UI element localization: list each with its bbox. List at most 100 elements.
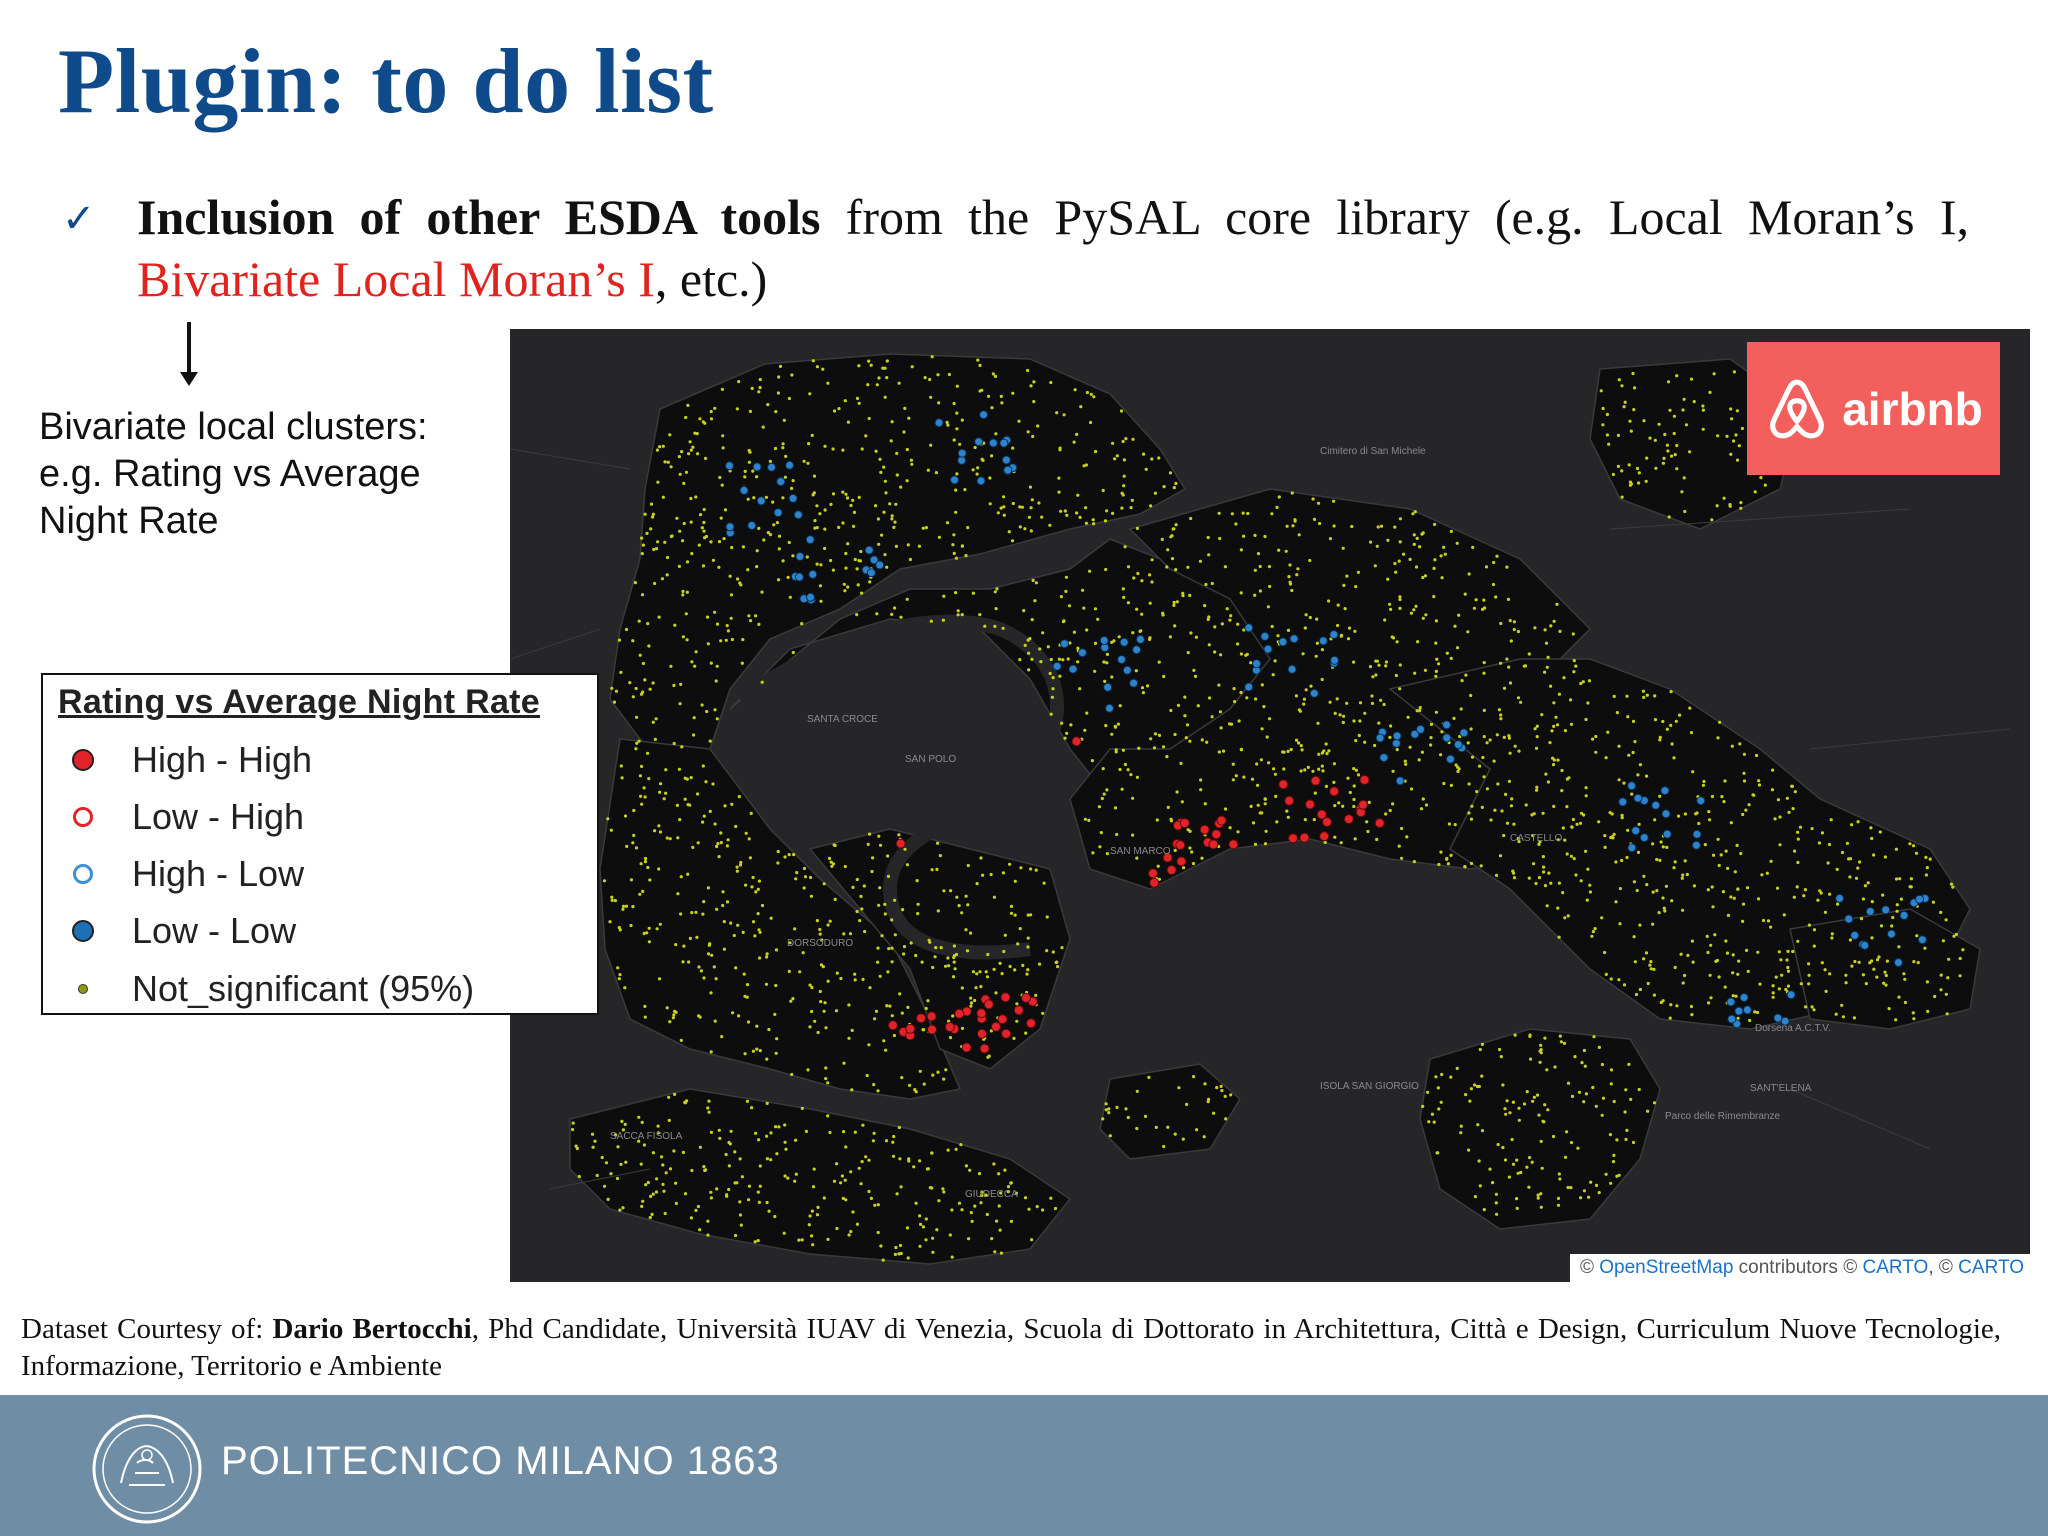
not-significant-point [1718,720,1722,724]
not-significant-point [914,953,918,958]
not-significant-point [908,557,912,562]
not-significant-point [1870,836,1874,841]
not-significant-point [1925,980,1929,984]
not-significant-point [750,885,754,889]
not-significant-point [1584,786,1588,790]
not-significant-point [1623,400,1627,404]
dataset-credit: Dataset Courtesy of: Dario Bertocchi, Ph… [21,1311,2001,1385]
not-significant-point [1534,881,1538,886]
not-significant-point [1177,1086,1181,1090]
not-significant-point [618,1208,622,1212]
carto-link-2[interactable]: CARTO [1958,1257,2024,1278]
not-significant-point [617,638,622,642]
not-significant-point [1543,628,1547,632]
not-significant-point [1488,1167,1492,1171]
not-significant-point [756,912,760,916]
not-significant-point [905,597,909,601]
not-significant-point [816,1030,820,1035]
not-significant-point [882,465,886,469]
not-significant-point [727,1187,731,1192]
low-low-point [1395,776,1405,786]
not-significant-point [1060,946,1064,950]
map-place-label: GIUDECCA [965,1189,1018,1200]
not-significant-point [665,573,669,577]
not-significant-point [1670,742,1674,746]
not-significant-point [1122,484,1126,488]
not-significant-point [706,1106,710,1110]
not-significant-point [1584,849,1588,853]
not-significant-point [1166,805,1170,809]
not-significant-point [688,936,692,941]
low-low-point [1773,1013,1783,1023]
not-significant-point [642,1143,646,1147]
not-significant-point [1473,1195,1477,1199]
not-significant-point [1848,875,1852,879]
not-significant-point [739,1223,743,1227]
not-significant-point [637,1115,641,1119]
not-significant-point [1173,732,1177,737]
not-significant-point [1395,640,1399,644]
not-significant-point [1115,1105,1119,1109]
not-significant-point [1056,965,1060,969]
not-significant-point [738,1157,742,1161]
not-significant-point [1469,817,1474,821]
not-significant-point [1511,1162,1516,1166]
not-significant-point [822,1009,826,1013]
not-significant-point [703,421,707,425]
not-significant-point [787,540,791,545]
not-significant-point [1412,608,1416,612]
not-significant-point [844,1198,848,1202]
not-significant-point [1026,945,1030,949]
not-significant-point [1026,968,1030,972]
not-significant-point [978,363,982,367]
not-significant-point [745,1099,749,1103]
not-significant-point [950,1255,954,1259]
not-significant-point [1398,663,1402,667]
not-significant-point [991,372,995,376]
not-significant-point [810,1234,814,1238]
not-significant-point [929,443,933,447]
not-significant-point [1126,1115,1130,1120]
not-significant-point [1544,772,1548,776]
footer-institution: POLITECNICO MILANO 1863 [221,1439,780,1483]
not-significant-point [776,849,780,854]
not-significant-point [725,900,730,904]
not-significant-point [823,527,827,531]
not-significant-point [1225,607,1229,611]
not-significant-point [1856,866,1860,870]
bullet-bold-text: Inclusion of other ESDA tools [137,189,821,245]
not-significant-point [830,864,834,868]
openstreetmap-link[interactable]: OpenStreetMap [1599,1257,1733,1278]
carto-link[interactable]: CARTO [1863,1257,1929,1278]
not-significant-point [1124,1107,1128,1111]
not-significant-point [1542,865,1546,869]
not-significant-point [1188,829,1192,833]
not-significant-point [637,619,641,623]
low-low-point [1445,754,1455,764]
not-significant-point [1463,592,1467,596]
not-significant-point [730,802,734,806]
not-significant-point [634,747,638,751]
not-significant-point [1001,626,1005,630]
not-significant-point [1285,809,1289,813]
not-significant-point [1169,708,1173,713]
not-significant-point [1686,953,1690,958]
not-significant-point [963,488,967,492]
not-significant-point [1757,783,1762,787]
not-significant-point [1535,735,1539,739]
not-significant-point [617,926,621,930]
not-significant-point [1284,549,1288,553]
not-significant-point [1321,769,1325,773]
not-significant-point [993,624,997,628]
not-significant-point [1585,898,1589,902]
not-significant-point [1469,861,1474,866]
not-significant-point [892,1033,896,1038]
not-significant-point [1318,521,1322,526]
not-significant-point [1744,808,1748,812]
not-significant-point [787,396,791,401]
low-low-point [1287,664,1297,674]
not-significant-point [647,926,651,930]
not-significant-point [1947,957,1951,961]
not-significant-point [848,932,853,936]
not-significant-point [937,401,941,405]
